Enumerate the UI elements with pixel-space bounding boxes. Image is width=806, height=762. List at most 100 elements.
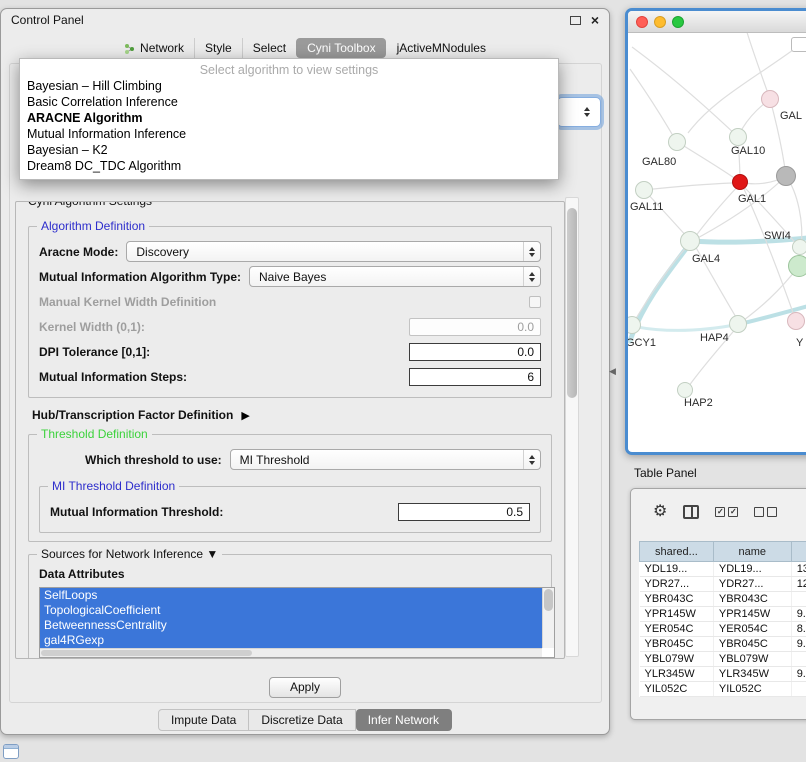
algorithm-option[interactable]: Mutual Information Inference bbox=[20, 126, 558, 142]
which-threshold-select[interactable]: MI Threshold bbox=[230, 449, 541, 470]
algorithm-option[interactable]: Basic Correlation Inference bbox=[20, 94, 558, 110]
cell[interactable] bbox=[791, 682, 806, 697]
tab-select[interactable]: Select bbox=[242, 38, 296, 58]
column-header-shared-name[interactable]: shared... bbox=[640, 542, 714, 562]
manual-kernel-checkbox[interactable] bbox=[529, 296, 541, 308]
network-node[interactable] bbox=[680, 231, 700, 251]
cell[interactable]: YER054C bbox=[640, 622, 714, 637]
cell[interactable]: YPR145W bbox=[713, 607, 791, 622]
network-node[interactable] bbox=[729, 315, 747, 333]
cell[interactable]: YPR145W bbox=[640, 607, 714, 622]
network-node[interactable] bbox=[668, 133, 686, 151]
splitter-collapse-icon[interactable]: ◀ bbox=[609, 366, 616, 377]
close-traffic-light-icon[interactable] bbox=[636, 16, 648, 28]
tab-style[interactable]: Style bbox=[194, 38, 242, 58]
settings-scrollbar-thumb[interactable] bbox=[567, 208, 577, 398]
cell[interactable]: YER054C bbox=[713, 622, 791, 637]
cell[interactable]: 12 bbox=[791, 577, 806, 592]
cell[interactable]: YBR043C bbox=[640, 592, 714, 607]
mi-type-select[interactable]: Naive Bayes bbox=[249, 266, 541, 287]
tab-cyni-toolbox[interactable]: Cyni Toolbox bbox=[296, 38, 385, 58]
table-row[interactable]: YER054CYER054C8. bbox=[640, 622, 806, 637]
network-node[interactable] bbox=[635, 181, 653, 199]
table-row[interactable]: YBL079WYBL079W bbox=[640, 652, 806, 667]
mi-threshold-field[interactable]: 0.5 bbox=[398, 503, 530, 521]
tab-jactivemnodules[interactable]: jActiveMNodules bbox=[386, 38, 496, 58]
network-node-red[interactable] bbox=[732, 174, 748, 190]
algorithm-option[interactable]: Bayesian – K2 bbox=[20, 142, 558, 158]
cell[interactable]: YLR345W bbox=[713, 667, 791, 682]
canvas-tool-button[interactable] bbox=[791, 37, 806, 52]
cell[interactable]: 8. bbox=[791, 622, 806, 637]
settings-scrollbar[interactable] bbox=[565, 197, 579, 657]
cell[interactable]: 9. bbox=[791, 607, 806, 622]
float-window-icon[interactable] bbox=[570, 16, 581, 25]
cell[interactable] bbox=[791, 592, 806, 607]
cell[interactable]: YBR045C bbox=[640, 637, 714, 652]
algorithm-option-selected[interactable]: ARACNE Algorithm bbox=[20, 110, 558, 126]
network-node[interactable] bbox=[729, 128, 747, 146]
table-row[interactable]: YDL19...YDL19...13 bbox=[640, 562, 806, 577]
table-row[interactable]: YLR345WYLR345W9. bbox=[640, 667, 806, 682]
aracne-mode-select[interactable]: Discovery bbox=[126, 241, 541, 262]
cell[interactable]: YDL19... bbox=[640, 562, 714, 577]
cell[interactable]: YDR27... bbox=[713, 577, 791, 592]
column-header-partial[interactable] bbox=[791, 542, 806, 562]
zoom-traffic-light-icon[interactable] bbox=[672, 16, 684, 28]
attribute-list-vscrollbar[interactable] bbox=[542, 588, 554, 648]
cell[interactable]: YBR043C bbox=[713, 592, 791, 607]
close-icon[interactable]: × bbox=[591, 14, 599, 26]
select-all-columns-icon[interactable]: ✓ ✓ bbox=[715, 507, 738, 517]
minimize-traffic-light-icon[interactable] bbox=[654, 16, 666, 28]
cell[interactable]: YBL079W bbox=[640, 652, 714, 667]
cell[interactable]: YDR27... bbox=[640, 577, 714, 592]
attribute-item-selected[interactable]: BetweennessCentrality bbox=[40, 618, 542, 633]
chevron-right-icon[interactable]: ▶ bbox=[241, 409, 249, 422]
unselect-all-columns-icon[interactable] bbox=[754, 507, 777, 517]
show-columns-icon[interactable] bbox=[683, 505, 699, 519]
tab-discretize-data[interactable]: Discretize Data bbox=[249, 709, 355, 731]
network-node-green[interactable] bbox=[788, 255, 806, 277]
network-node[interactable] bbox=[761, 90, 779, 108]
data-attributes-list[interactable]: SelfLoops TopologicalCoefficient Between… bbox=[39, 587, 555, 658]
cell[interactable]: YBL079W bbox=[713, 652, 791, 667]
tab-impute-data[interactable]: Impute Data bbox=[158, 709, 249, 731]
gear-icon[interactable]: ⚙ bbox=[653, 504, 667, 520]
attribute-item-selected[interactable]: TopologicalCoefficient bbox=[40, 603, 542, 618]
table-row[interactable]: YBR045CYBR045C9. bbox=[640, 637, 806, 652]
dpi-tolerance-field[interactable]: 0.0 bbox=[409, 343, 541, 361]
column-header-name[interactable]: name bbox=[713, 542, 791, 562]
algorithm-definition-group: Algorithm Definition Aracne Mode: Discov… bbox=[28, 226, 552, 398]
cell[interactable]: 13 bbox=[791, 562, 806, 577]
mi-steps-field[interactable]: 6 bbox=[409, 368, 541, 386]
chevron-down-icon[interactable]: ▼ bbox=[206, 547, 218, 561]
cell[interactable] bbox=[791, 652, 806, 667]
network-node[interactable] bbox=[792, 239, 806, 255]
table-row[interactable]: YIL052CYIL052C bbox=[640, 682, 806, 697]
apply-button[interactable]: Apply bbox=[269, 677, 341, 698]
cell[interactable]: YIL052C bbox=[640, 682, 714, 697]
cell[interactable]: YDL19... bbox=[713, 562, 791, 577]
cell[interactable]: YIL052C bbox=[713, 682, 791, 697]
cell[interactable]: 9. bbox=[791, 667, 806, 682]
restore-panel-icon[interactable] bbox=[3, 744, 19, 759]
table-row[interactable]: YPR145WYPR145W9. bbox=[640, 607, 806, 622]
table-row[interactable]: YBR043CYBR043C bbox=[640, 592, 806, 607]
cell[interactable]: YLR345W bbox=[640, 667, 714, 682]
hub-definition-section[interactable]: Hub/Transcription Factor Definition ▶ bbox=[32, 408, 552, 422]
table-row[interactable]: YDR27...YDR27...12 bbox=[640, 577, 806, 592]
network-node[interactable] bbox=[677, 382, 693, 398]
network-node[interactable] bbox=[787, 312, 805, 330]
algorithm-combobox-partial[interactable] bbox=[557, 97, 601, 127]
tab-network[interactable]: Network bbox=[114, 38, 194, 58]
cell[interactable]: YBR045C bbox=[713, 637, 791, 652]
attribute-list-hscrollbar[interactable] bbox=[40, 648, 542, 657]
algorithm-option[interactable]: Dream8 DC_TDC Algorithm bbox=[20, 158, 558, 174]
cell[interactable]: 9. bbox=[791, 637, 806, 652]
network-node-gray[interactable] bbox=[776, 166, 796, 186]
tab-infer-network[interactable]: Infer Network bbox=[356, 709, 452, 731]
attribute-item-selected[interactable]: SelfLoops bbox=[40, 588, 542, 603]
network-canvas[interactable]: GAL80 GAL10 GAL11 GAL1 SWI4 GAL4 GCY1 HA… bbox=[628, 33, 806, 451]
algorithm-option[interactable]: Bayesian – Hill Climbing bbox=[20, 78, 558, 94]
attribute-item-selected[interactable]: gal4RGexp bbox=[40, 633, 542, 648]
